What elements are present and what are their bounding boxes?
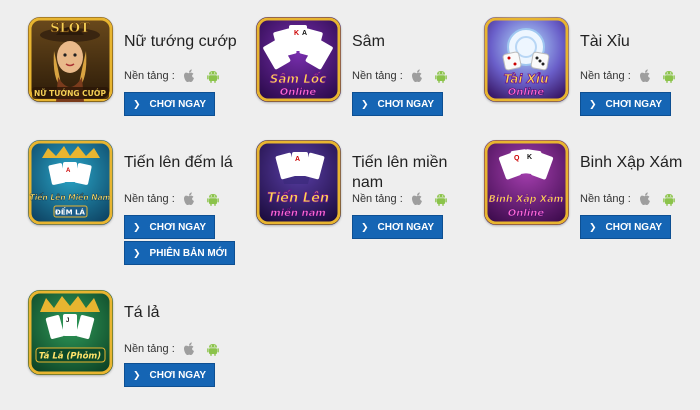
chevron-right-icon: ❯: [361, 98, 369, 109]
platform-label: Nền tảng :: [124, 343, 175, 355]
apple-icon: [181, 191, 197, 207]
svg-text:Tiến Lên: Tiến Lên: [267, 191, 329, 206]
android-icon: [205, 191, 221, 207]
platform-row: Nền tảng :: [124, 191, 229, 207]
game-thumbnail[interactable]: A Tiến Lên Miền Nam ĐẾM LÁ: [28, 140, 113, 225]
game-thumbnail[interactable]: K A Sâm Lốc Online: [256, 17, 341, 102]
platform-row: Nền tảng :: [580, 68, 685, 84]
chevron-right-icon: ❯: [589, 221, 597, 232]
svg-text:ĐẾM LÁ: ĐẾM LÁ: [55, 207, 86, 217]
platform-label: Nền tảng :: [580, 193, 631, 205]
svg-text:Online: Online: [508, 87, 545, 98]
android-icon: [661, 68, 677, 84]
svg-text:A: A: [302, 30, 307, 37]
play-now-button[interactable]: ❯ CHƠI NGAY: [580, 215, 671, 239]
sam-loc-thumbnail-art: K A Sâm Lốc Online: [256, 17, 341, 102]
play-now-label: CHƠI NGAY: [377, 98, 435, 110]
svg-text:Tài Xỉu: Tài Xỉu: [503, 72, 549, 86]
game-title[interactable]: Tiến lên đếm lá: [124, 153, 264, 173]
game-title[interactable]: Tài Xỉu: [580, 32, 700, 52]
platform-label: Nền tảng :: [352, 70, 403, 82]
chevron-right-icon: ❯: [589, 98, 597, 109]
android-icon: [433, 191, 449, 207]
game-thumbnail[interactable]: SLOT NỮ TƯỚNG CƯỚP: [28, 17, 113, 102]
game-title[interactable]: Nữ tướng cướp: [124, 32, 254, 52]
play-now-label: CHƠI NGAY: [605, 221, 663, 233]
chevron-right-icon: ❯: [361, 221, 369, 232]
svg-text:Online: Online: [280, 87, 317, 98]
platform-label: Nền tảng :: [124, 193, 175, 205]
game-thumbnail[interactable]: Tài Xỉu Online: [484, 17, 569, 102]
platform-row: Nền tảng :: [580, 191, 685, 207]
svg-text:Online: Online: [508, 208, 545, 219]
android-icon: [205, 68, 221, 84]
platform-row: Nền tảng :: [352, 191, 457, 207]
platform-label: Nền tảng :: [124, 70, 175, 82]
play-now-label: CHƠI NGAY: [605, 98, 663, 110]
binh-xap-xam-thumbnail-art: Q K Binh Xập Xám Online: [484, 140, 569, 225]
tai-xiu-thumbnail-art: Tài Xỉu Online: [484, 17, 569, 102]
game-title[interactable]: Sâm: [352, 32, 482, 52]
svg-text:Q: Q: [514, 155, 520, 162]
apple-icon: [409, 191, 425, 207]
platform-row: Nền tảng :: [124, 341, 229, 357]
play-now-button[interactable]: ❯ CHƠI NGAY: [124, 92, 215, 116]
platform-label: Nền tảng :: [352, 193, 403, 205]
android-icon: [433, 68, 449, 84]
svg-text:K: K: [527, 154, 532, 161]
svg-text:SLOT: SLOT: [50, 21, 90, 36]
android-icon: [205, 341, 221, 357]
play-now-button[interactable]: ❯ CHƠI NGAY: [352, 92, 443, 116]
svg-text:Tiến Lên Miền Nam: Tiến Lên Miền Nam: [30, 193, 111, 202]
svg-text:K: K: [294, 30, 299, 37]
apple-icon: [637, 68, 653, 84]
platform-label: Nền tảng :: [580, 70, 631, 82]
new-version-label: PHIÊN BẢN MỚI: [149, 247, 227, 259]
apple-icon: [181, 341, 197, 357]
svg-text:A: A: [295, 156, 300, 163]
game-title[interactable]: Tá lả: [124, 303, 254, 323]
ta-la-thumbnail-art: J Tá Lả (Phỏm): [28, 290, 113, 375]
android-icon: [661, 191, 677, 207]
game-thumbnail[interactable]: J Tá Lả (Phỏm): [28, 290, 113, 375]
game-thumbnail[interactable]: Q K Binh Xập Xám Online: [484, 140, 569, 225]
chevron-right-icon: ❯: [133, 247, 141, 258]
svg-text:J: J: [66, 318, 69, 324]
svg-text:miền nam: miền nam: [270, 206, 326, 219]
apple-icon: [409, 68, 425, 84]
svg-text:Binh Xập Xám: Binh Xập Xám: [489, 194, 564, 205]
play-now-label: CHƠI NGAY: [149, 98, 207, 110]
play-now-button[interactable]: ❯ CHƠI NGAY: [580, 92, 671, 116]
game-title[interactable]: Tiến lên miền nam: [352, 153, 462, 193]
chevron-right-icon: ❯: [133, 98, 141, 109]
svg-text:NỮ TƯỚNG CƯỚP: NỮ TƯỚNG CƯỚP: [34, 89, 106, 98]
platform-row: Nền tảng :: [124, 68, 229, 84]
slot-thumbnail-art: SLOT NỮ TƯỚNG CƯỚP: [28, 17, 113, 102]
platform-row: Nền tảng :: [352, 68, 457, 84]
apple-icon: [637, 191, 653, 207]
play-now-label: CHƠI NGAY: [377, 221, 435, 233]
chevron-right-icon: ❯: [133, 369, 141, 380]
play-now-button[interactable]: ❯ CHƠI NGAY: [124, 215, 215, 239]
apple-icon: [181, 68, 197, 84]
chevron-right-icon: ❯: [133, 221, 141, 232]
tien-len-dem-la-thumbnail-art: A Tiến Lên Miền Nam ĐẾM LÁ: [28, 140, 113, 225]
new-version-button[interactable]: ❯ PHIÊN BẢN MỚI: [124, 241, 235, 265]
play-now-button[interactable]: ❯ CHƠI NGAY: [124, 363, 215, 387]
play-now-label: CHƠI NGAY: [149, 221, 207, 233]
game-thumbnail[interactable]: A Tiến Lên miền nam: [256, 140, 341, 225]
svg-text:A: A: [66, 168, 71, 174]
play-now-button[interactable]: ❯ CHƠI NGAY: [352, 215, 443, 239]
tien-len-mien-nam-thumbnail-art: A Tiến Lên miền nam: [256, 140, 341, 225]
play-now-label: CHƠI NGAY: [149, 369, 207, 381]
svg-text:Tá Lả (Phỏm): Tá Lả (Phỏm): [39, 351, 101, 362]
svg-text:Sâm Lốc: Sâm Lốc: [270, 72, 326, 86]
game-title[interactable]: Binh Xập Xám: [580, 153, 700, 173]
